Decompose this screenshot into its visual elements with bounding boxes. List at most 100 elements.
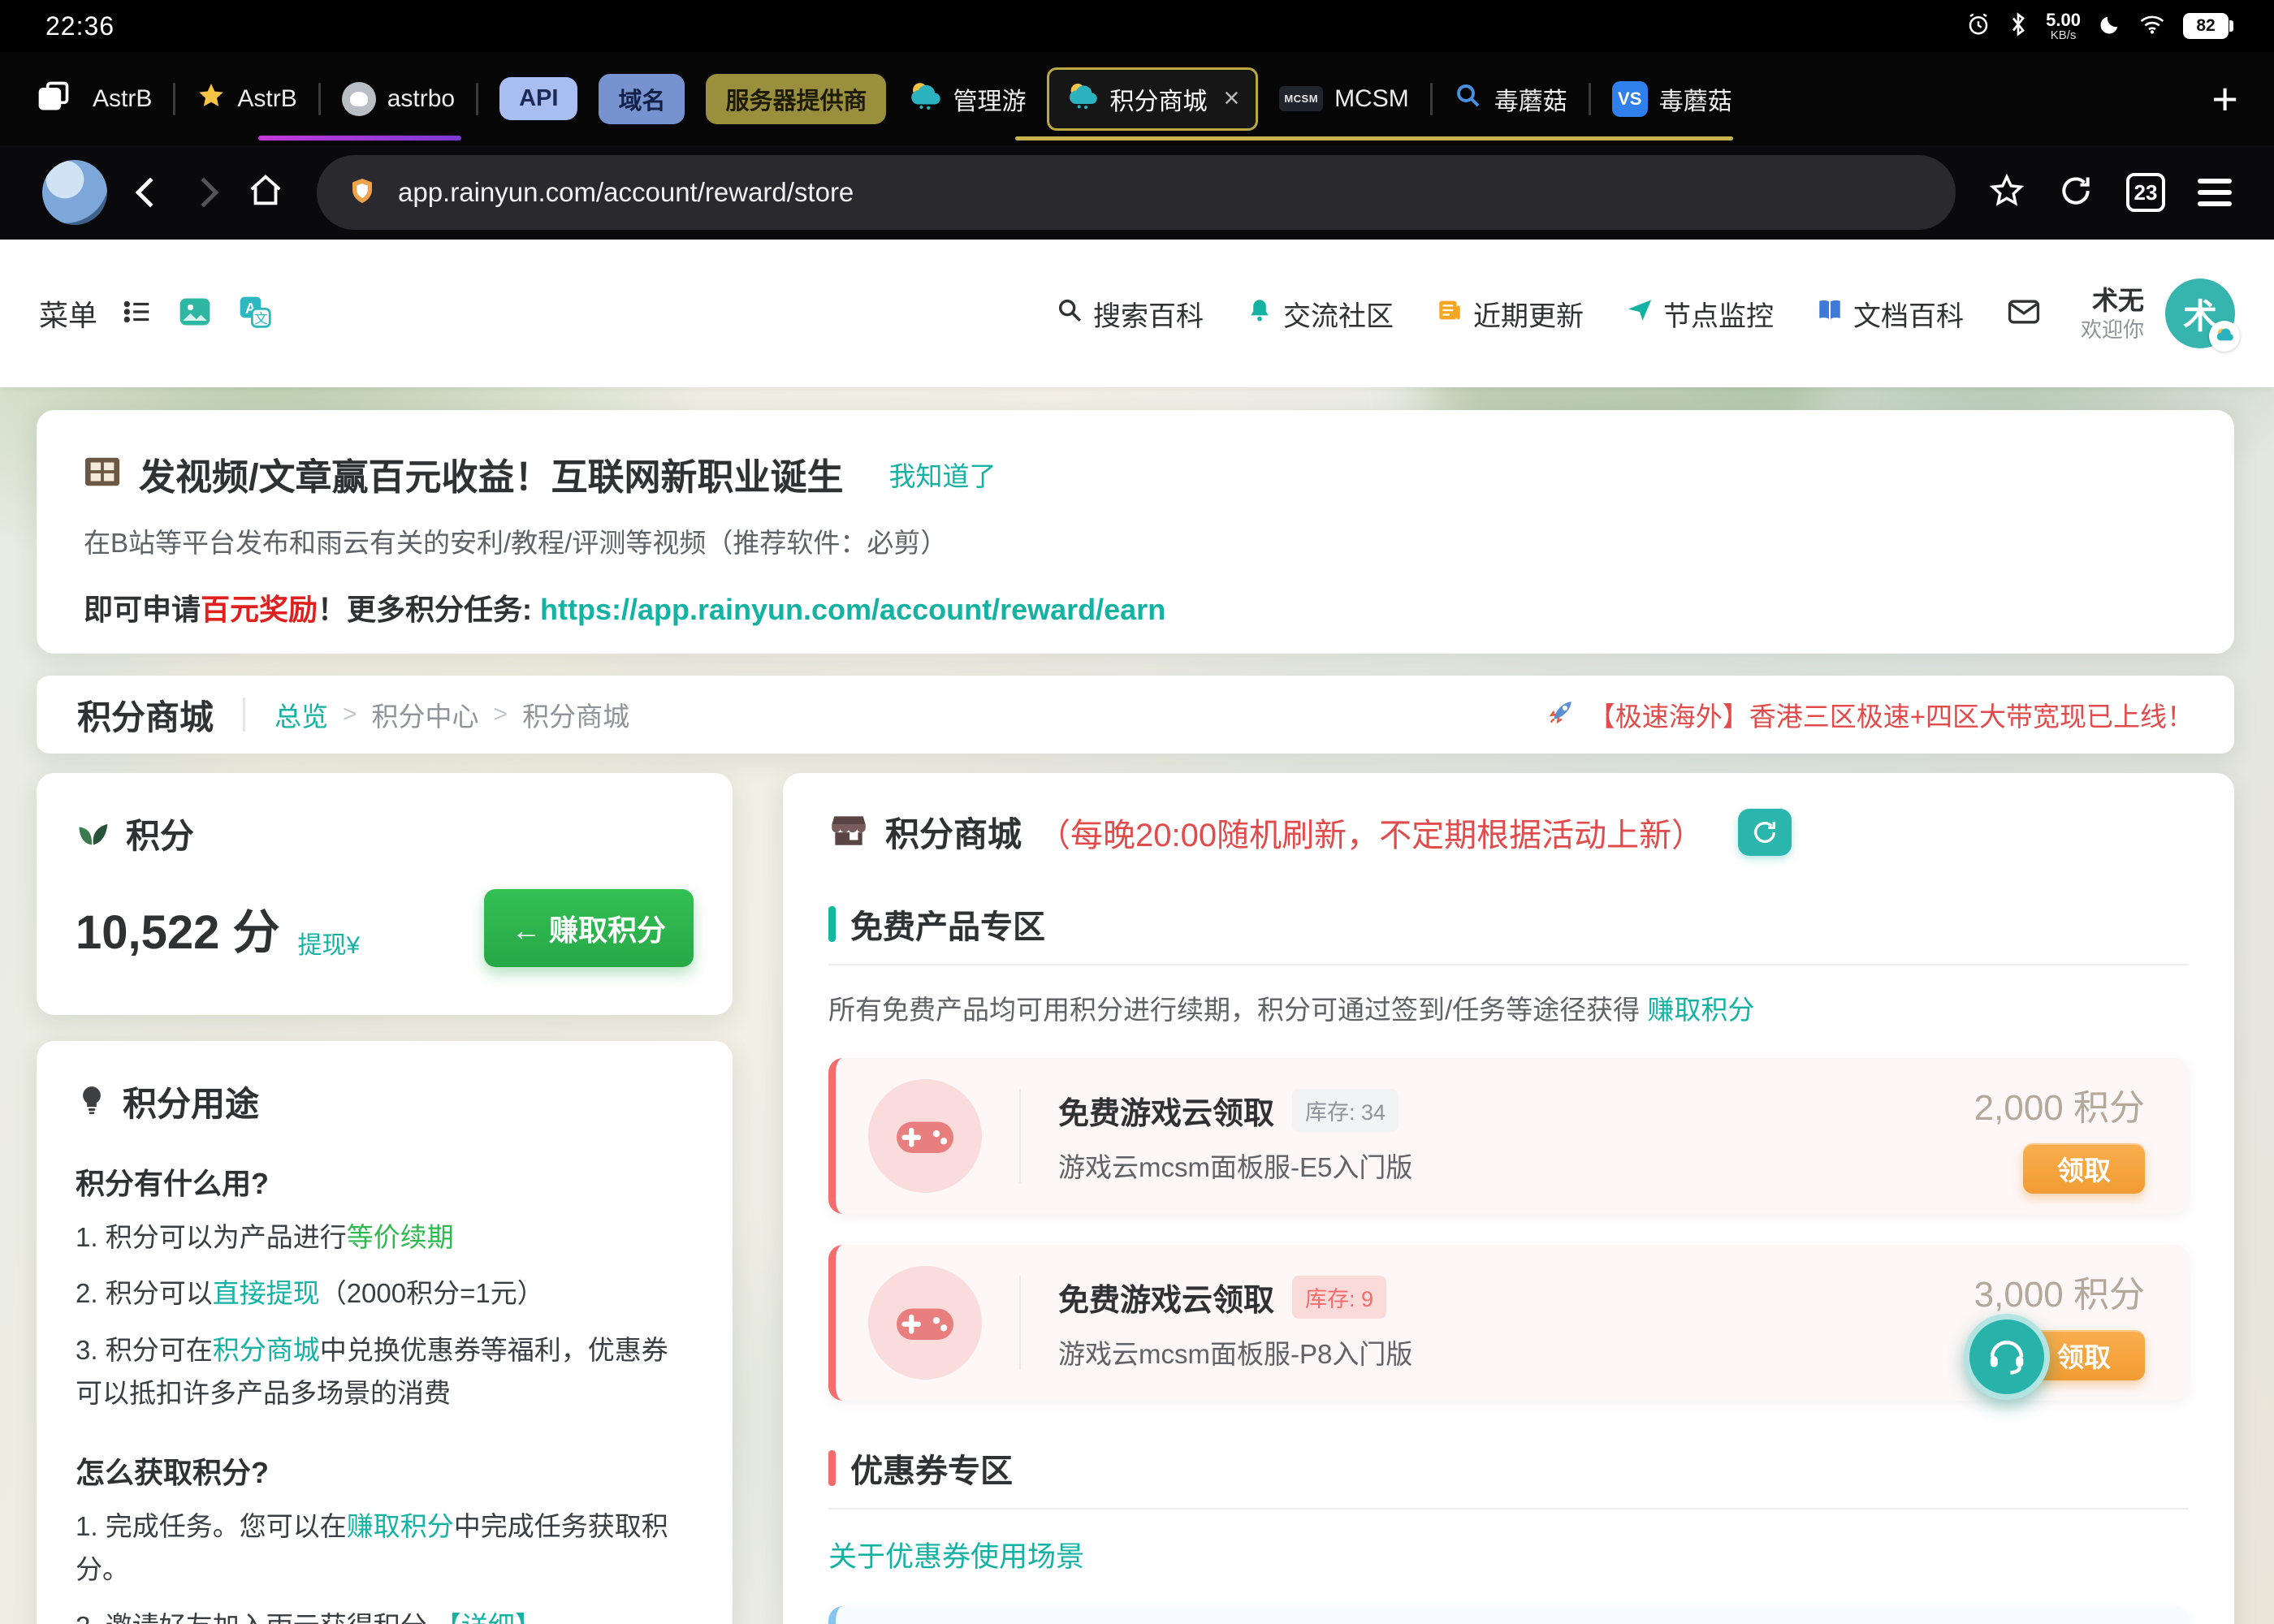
points-card-title: 积分: [126, 809, 194, 858]
tab-astrb-2[interactable]: AstrB: [197, 81, 296, 117]
stock-badge: 库存: 34: [1292, 1089, 1399, 1132]
renewal-link[interactable]: 等价续期: [347, 1222, 454, 1252]
menu-icon[interactable]: [2198, 190, 2232, 195]
refresh-icon[interactable]: [2058, 173, 2094, 213]
tab-separator: [1430, 83, 1433, 115]
tab-close-icon[interactable]: ×: [1223, 83, 1239, 114]
earn-tasks-link[interactable]: https://app.rainyun.com/account/reward/e…: [540, 593, 1165, 626]
divider: [243, 698, 245, 732]
invite-detail-link[interactable]: 【详细】: [434, 1611, 542, 1624]
shield-icon: [348, 176, 377, 209]
tab-separator: [318, 83, 321, 115]
breadcrumb-points-store: 积分商城: [522, 695, 629, 734]
profile-avatar[interactable]: [42, 160, 107, 225]
nav-recent-updates[interactable]: 近期更新: [1436, 294, 1584, 334]
tab-points-store-active[interactable]: 积分商城 ×: [1047, 67, 1258, 131]
support-button[interactable]: [1964, 1314, 2050, 1400]
tab-astrb-1[interactable]: AstrB: [93, 85, 152, 113]
earn-points-button[interactable]: ← 赚取积分: [484, 889, 694, 967]
banner-title: 发视频/文章赢百元收益！互联网新职业诞生: [139, 447, 844, 500]
menu-label[interactable]: 菜单: [39, 292, 97, 335]
promo-banner: 发视频/文章赢百元收益！互联网新职业诞生 我知道了 在B站等平台发布和雨云有关的…: [37, 410, 2234, 654]
bluetooth-icon: [2008, 12, 2028, 41]
translate-icon[interactable]: A文: [237, 294, 273, 334]
usage-card-title: 积分用途: [123, 1077, 259, 1126]
clock: 22:36: [45, 11, 115, 41]
tab-groups-icon[interactable]: [36, 79, 71, 119]
usage-item: 2. 邀请好友加入雨云获得积分 【详细】: [76, 1605, 694, 1624]
new-tab-button[interactable]: +: [2211, 76, 2238, 122]
announcement-link[interactable]: 【极速海外】香港三区极速+四区大带宽现已上线！: [1546, 695, 2194, 734]
earn-points-link[interactable]: 赚取积分: [347, 1511, 454, 1541]
browser-toolbar: app.rainyun.com/account/reward/store 23: [0, 145, 2274, 240]
nav-search-wiki[interactable]: 搜索百科: [1056, 294, 1204, 334]
banner-dismiss-link[interactable]: 我知道了: [889, 455, 996, 494]
withdraw-link[interactable]: 提现¥: [298, 925, 361, 961]
url-bar[interactable]: app.rainyun.com/account/reward/store: [317, 155, 1956, 230]
rainyun-icon: [907, 79, 941, 119]
store-title: 积分商城: [885, 807, 1022, 857]
withdraw-direct-link[interactable]: 直接提现: [213, 1278, 320, 1308]
bookmark-star-icon[interactable]: [1988, 172, 2025, 214]
product-desc: 游戏云mcsm面板服-E5入门版: [1058, 1146, 1412, 1185]
url-text: app.rainyun.com/account/reward/store: [398, 177, 854, 208]
site-viewport: 菜单 A文 搜索百科 交流社区 近期更新: [0, 240, 2274, 1624]
home-button[interactable]: [247, 172, 284, 214]
site-nav: 搜索百科 交流社区 近期更新 节点监控 文档百科: [1056, 294, 1964, 334]
status-icons: 5.00 KB/s 82: [1966, 11, 2229, 41]
section-marker: [828, 1450, 836, 1486]
product-price: 3,000 积分: [1974, 1265, 2145, 1317]
usage-item: 1. 完成任务。您可以在赚取积分中完成任务获取积分。: [76, 1505, 694, 1592]
battery-indicator: 82: [2183, 13, 2229, 39]
welcome-text: 欢迎你: [2081, 317, 2144, 343]
usage-item: 1. 积分可以为产品进行等价续期: [76, 1216, 694, 1259]
coupon-usage-link[interactable]: 关于优惠券使用场景: [828, 1534, 1084, 1575]
tab-vscode-mushroom[interactable]: VS 毒蘑菇: [1612, 81, 1732, 117]
alarm-icon: [1966, 12, 1991, 41]
tab-search-mushroom[interactable]: 毒蘑菇: [1454, 81, 1567, 117]
nav-community[interactable]: 交流社区: [1246, 294, 1394, 334]
gallery-icon[interactable]: [177, 294, 213, 334]
tab-server-provider[interactable]: 服务器提供商: [706, 74, 886, 124]
free-section-header: 免费产品专区: [828, 901, 2189, 965]
wifi-icon: [2139, 14, 2165, 39]
forward-button[interactable]: [189, 178, 219, 208]
coupon-row[interactable]: × 2 细雨券 库存: 28 4,000 积分: [828, 1606, 2189, 1624]
star-favicon: [197, 81, 226, 117]
tab-domain[interactable]: 域名: [599, 74, 685, 124]
store-refresh-button[interactable]: [1738, 809, 1792, 856]
nav-node-monitor[interactable]: 节点监控: [1626, 294, 1774, 334]
product-name: 免费游戏云领取: [1058, 1275, 1274, 1320]
user-avatar[interactable]: 术: [2165, 279, 2235, 348]
product-price: 2,000 积分: [1974, 1078, 2145, 1130]
rocket-icon: [1546, 696, 1577, 733]
back-button[interactable]: [136, 178, 166, 208]
store-refresh-note: （每晚20:00随机刷新，不定期根据活动上新）: [1038, 809, 1704, 856]
product-name: 免费游戏云领取: [1058, 1088, 1274, 1133]
page-title: 积分商城: [77, 690, 214, 740]
free-section-desc: 所有免费产品均可用积分进行续期，积分可通过签到/任务等途径获得 赚取积分: [828, 988, 2189, 1027]
tab-manage-game[interactable]: 管理游: [907, 79, 1026, 119]
list-icon[interactable]: [122, 296, 153, 331]
product-row[interactable]: 免费游戏云领取 库存: 34 游戏云mcsm面板服-E5入门版 2,000 积分…: [828, 1058, 2189, 1214]
usage-item: 3. 积分可在积分商城中兑换优惠券等福利，优惠券可以抵扣许多产品多场景的消费: [76, 1328, 694, 1415]
product-desc: 游戏云mcsm面板服-P8入门版: [1058, 1332, 1412, 1371]
mail-icon[interactable]: [2006, 294, 2042, 334]
network-speed: 5.00 KB/s: [2046, 11, 2081, 41]
tab-separator: [173, 83, 175, 115]
tab-api[interactable]: API: [499, 77, 577, 120]
tab-github[interactable]: astrbo: [342, 82, 455, 116]
tab-mcsm[interactable]: MCSM MCSM: [1279, 85, 1408, 113]
coupon-section-header: 优惠券专区: [828, 1445, 2189, 1510]
breadcrumb-overview[interactable]: 总览: [275, 695, 328, 734]
gamepad-icon: [868, 1079, 982, 1193]
search-icon: [1056, 296, 1083, 331]
claim-button[interactable]: 领取: [2023, 1143, 2145, 1194]
section-marker: [828, 906, 836, 942]
tab-count-button[interactable]: 23: [2126, 173, 2165, 212]
page: 22:36 5.00 KB/s 82 AstrB AstrB astrbo AP…: [0, 0, 2274, 1624]
breadcrumb-points-center: 积分中心: [372, 695, 479, 734]
earn-points-link[interactable]: 赚取积分: [1647, 995, 1754, 1025]
points-store-link[interactable]: 积分商城: [213, 1335, 320, 1365]
nav-docs-wiki[interactable]: 文档百科: [1816, 294, 1964, 334]
